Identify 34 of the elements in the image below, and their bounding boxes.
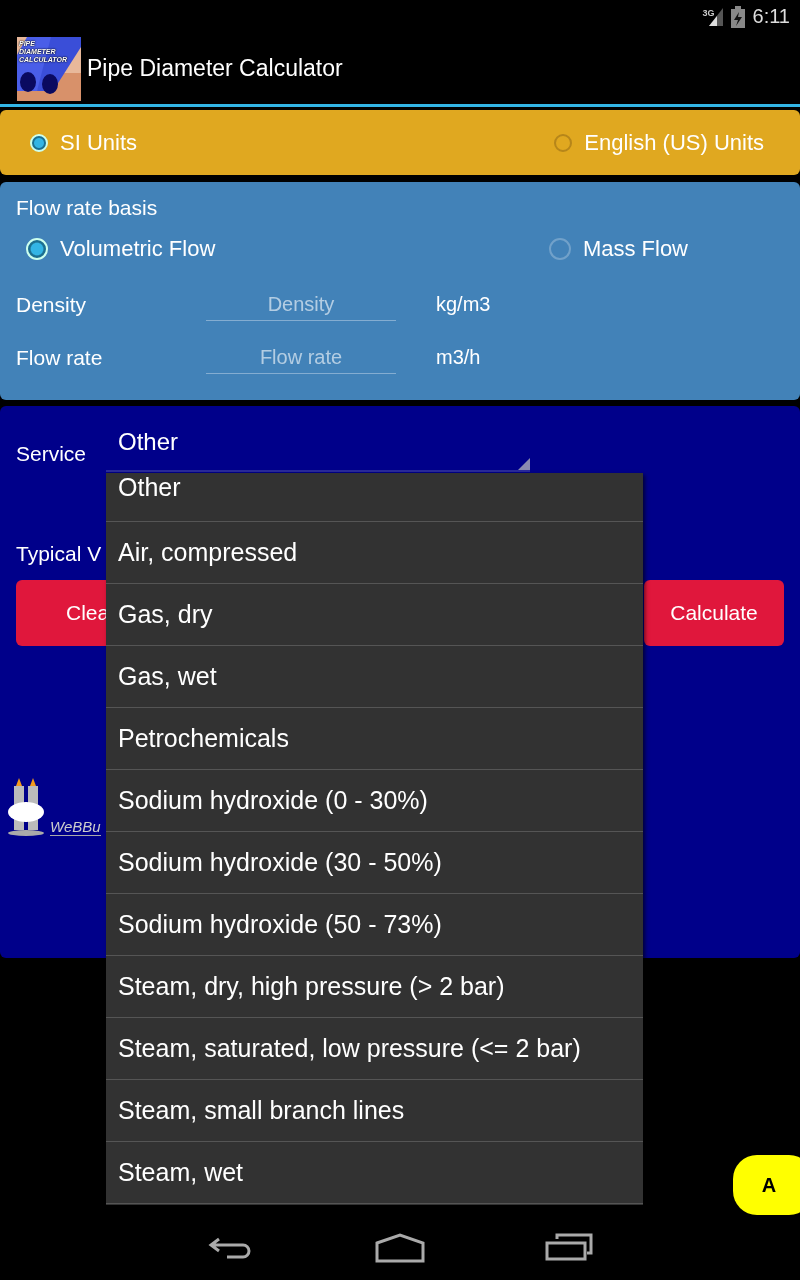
field-label: Flow rate bbox=[16, 345, 104, 370]
app-title: Pipe Diameter Calculator bbox=[87, 55, 343, 82]
field-label: Density bbox=[16, 292, 88, 317]
recent-apps-icon bbox=[545, 1232, 595, 1263]
dropdown-option[interactable]: Steam, saturated, low pressure (<= 2 bar) bbox=[106, 1018, 643, 1080]
dropdown-option[interactable]: Sodium hydroxide (0 - 30%) bbox=[106, 770, 643, 832]
dropdown-option[interactable]: Gas, dry bbox=[106, 584, 643, 646]
field-label: Typical V bbox=[16, 542, 102, 566]
radio-option[interactable]: Volumetric Flow bbox=[26, 236, 216, 262]
home-icon bbox=[375, 1232, 425, 1263]
dropdown-option[interactable]: Steam, small branch lines bbox=[106, 1080, 643, 1142]
floating-button[interactable]: A bbox=[733, 1155, 800, 1215]
unit-label: kg/m3 bbox=[436, 293, 491, 316]
dropdown-option[interactable]: Petrochemicals bbox=[106, 708, 643, 770]
dropdown-option[interactable]: Other bbox=[106, 473, 643, 522]
dropdown-option[interactable]: Sodium hydroxide (30 - 50%) bbox=[106, 832, 643, 894]
dropdown-option[interactable]: Steam, wet bbox=[106, 1142, 643, 1204]
input-field[interactable]: Flow rate bbox=[206, 341, 396, 374]
unit-label: m3/h bbox=[436, 346, 481, 369]
radio-option[interactable]: Mass Flow bbox=[548, 236, 688, 262]
network-label: 3G bbox=[702, 7, 715, 18]
dropdown-option[interactable]: Sodium hydroxide (50 - 73%) bbox=[106, 894, 643, 956]
calculate-button[interactable]: Calculate bbox=[644, 580, 784, 646]
input-field[interactable]: Density bbox=[206, 288, 396, 321]
dropdown-option[interactable]: Air, compressed bbox=[106, 522, 643, 584]
dropdown-triangle-icon bbox=[518, 458, 530, 470]
battery-icon bbox=[730, 5, 745, 28]
section-heading: Flow rate basis bbox=[16, 196, 159, 220]
logo-text: WeBBu bbox=[50, 818, 101, 836]
dropdown-option[interactable]: Steam, dry, high pressure (> 2 bar) bbox=[106, 956, 643, 1018]
field-label: Service bbox=[16, 442, 88, 467]
clock-time: 6:11 bbox=[752, 5, 790, 28]
dropdown-option[interactable]: Gas, wet bbox=[106, 646, 643, 708]
pipe-drawing bbox=[17, 36, 81, 101]
